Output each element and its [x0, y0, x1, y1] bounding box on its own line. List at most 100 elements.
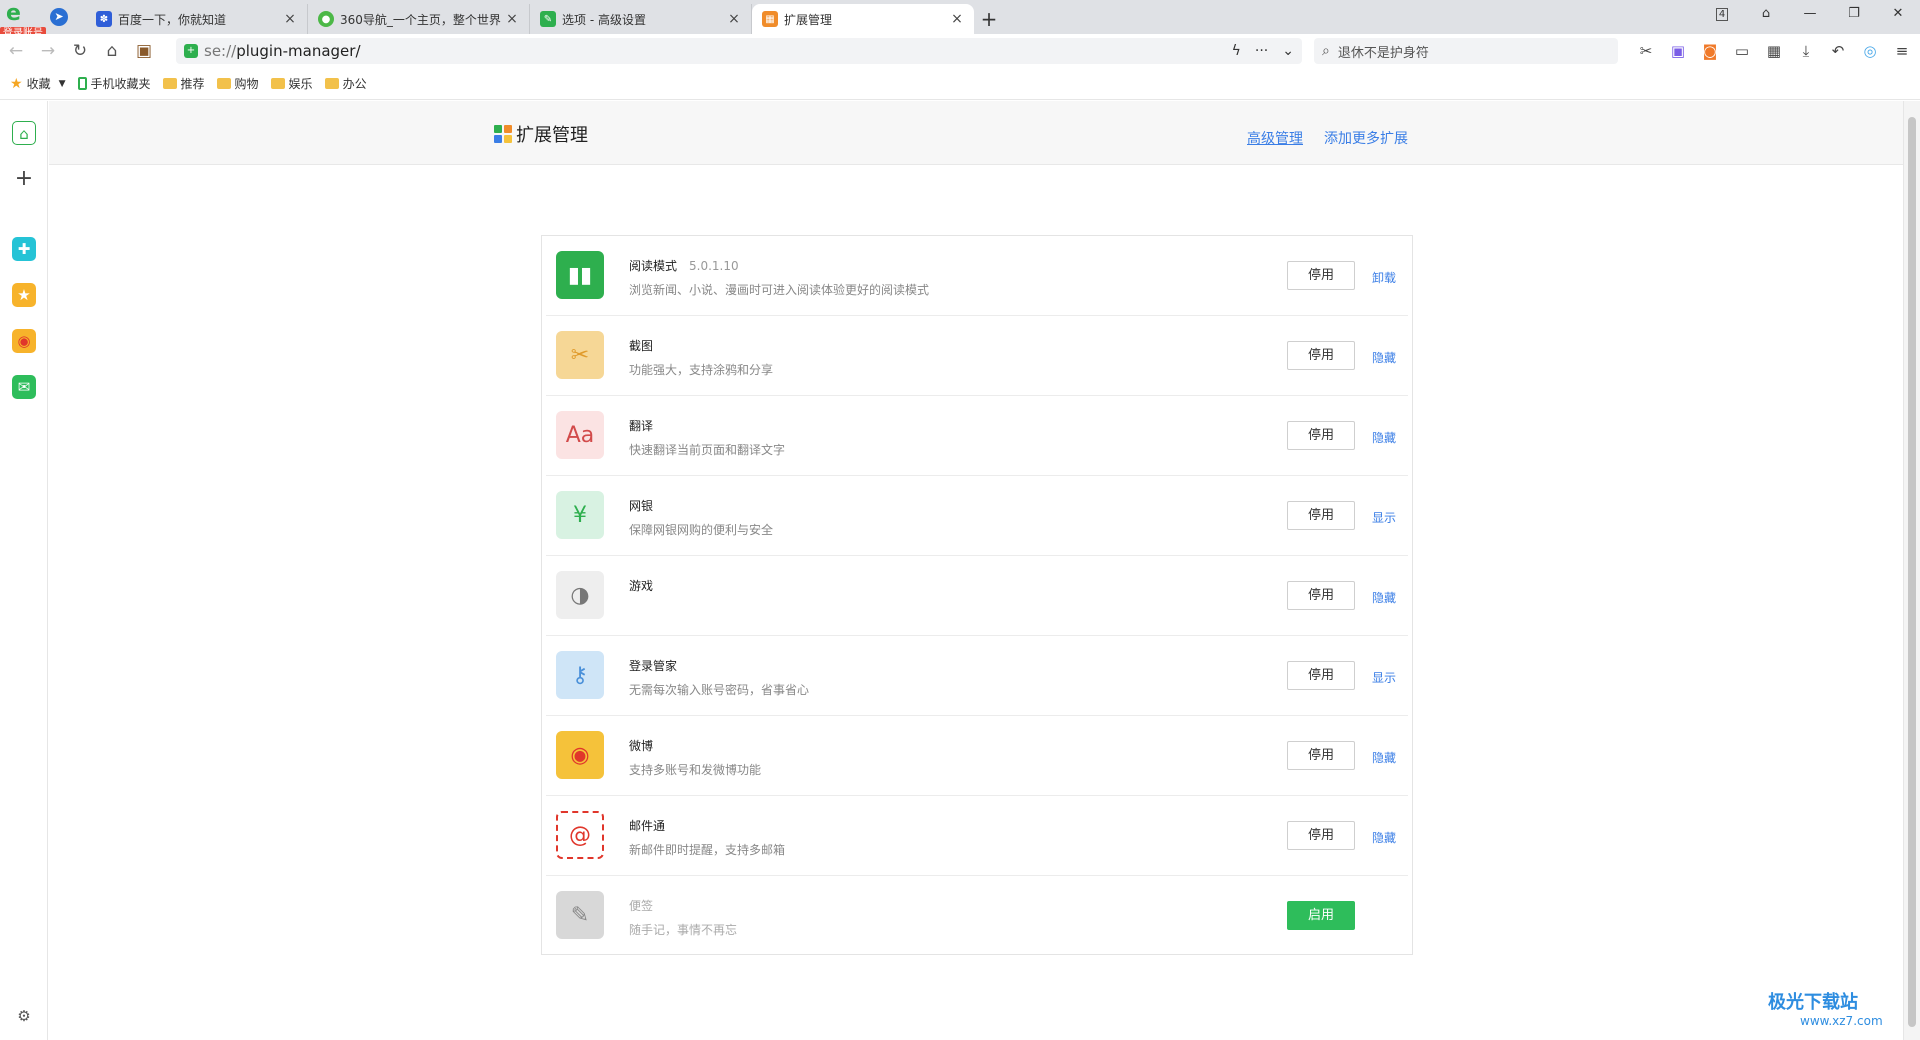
- restore-button[interactable]: ❐: [1832, 0, 1876, 28]
- menu-icon[interactable]: ≡: [1886, 42, 1918, 60]
- tab-close-icon[interactable]: ×: [283, 11, 297, 27]
- sidebar-add-icon[interactable]: +: [12, 167, 36, 191]
- phone-icon: [77, 77, 87, 90]
- extension-action-link[interactable]: 卸载: [1372, 269, 1396, 286]
- book-icon: ▮▮: [556, 251, 604, 299]
- sidebar-weibo-icon[interactable]: ◉: [12, 329, 36, 353]
- sidebar-mail-icon[interactable]: ✉: [12, 375, 36, 399]
- bookmark-label: 购物: [234, 77, 259, 91]
- disable-button[interactable]: 停用: [1287, 501, 1355, 530]
- cloud-icon[interactable]: ◎: [1854, 42, 1886, 60]
- home-icon[interactable]: ⌂: [96, 41, 128, 61]
- address-bar[interactable]: + se:// plugin-manager/ ϟ ··· ⌄: [176, 38, 1302, 64]
- folder-icon: [270, 78, 285, 89]
- tab-360[interactable]: ● 360导航_一个主页，整个世界 ×: [308, 4, 530, 34]
- watermark-title: 极光下载站: [1768, 992, 1858, 1013]
- extension-action-link[interactable]: 显示: [1372, 509, 1396, 526]
- disable-button[interactable]: 停用: [1287, 421, 1355, 450]
- 360-logo-icon: ●: [318, 11, 334, 27]
- forward-arrow-icon[interactable]: →: [32, 41, 64, 61]
- extension-action-link[interactable]: 隐藏: [1372, 749, 1396, 766]
- lightning-icon[interactable]: ϟ: [1232, 43, 1241, 59]
- tab-baidu[interactable]: ✽ 百度一下，你就知道 ×: [86, 4, 308, 34]
- disable-button[interactable]: 停用: [1287, 661, 1355, 690]
- extension-name: 翻译: [629, 419, 654, 433]
- bookmark-favorites[interactable]: ★ 收藏 ▼: [10, 75, 66, 92]
- search-box[interactable]: ⌕ 退休不是护身符: [1314, 38, 1618, 64]
- disable-button[interactable]: 停用: [1287, 821, 1355, 850]
- sidebar-favorites-icon[interactable]: ★: [12, 283, 36, 307]
- translate-tool-icon[interactable]: ▣: [1662, 42, 1694, 60]
- disable-button[interactable]: 停用: [1287, 341, 1355, 370]
- search-icon: ⌕: [1322, 43, 1330, 59]
- sidebar-home-icon[interactable]: ⌂: [12, 121, 36, 145]
- extension-name: 邮件通: [629, 819, 666, 833]
- enable-button[interactable]: 启用: [1287, 901, 1355, 930]
- disable-button[interactable]: 停用: [1287, 581, 1355, 610]
- tab-close-icon[interactable]: ×: [727, 11, 741, 27]
- tab-close-icon[interactable]: ×: [950, 11, 964, 27]
- tab-close-icon[interactable]: ×: [505, 11, 519, 27]
- minimize-button[interactable]: —: [1788, 0, 1832, 28]
- left-sidebar: ⌂ + ✚ ★ ◉ ✉ ⚙: [0, 101, 48, 1040]
- briefcase-icon[interactable]: ▣: [128, 41, 160, 61]
- extension-action-link[interactable]: 显示: [1372, 669, 1396, 686]
- extension-row: ◑ 游戏 停用 隐藏: [546, 556, 1408, 636]
- key-icon: ⚷: [556, 651, 604, 699]
- disable-button[interactable]: 停用: [1287, 741, 1355, 770]
- weibo-icon: ◉: [556, 731, 604, 779]
- tab-count-button[interactable]: 4: [1700, 0, 1744, 28]
- bookmark-mobile[interactable]: 手机收藏夹: [77, 75, 151, 92]
- translate-icon: Aa: [556, 411, 604, 459]
- bookmark-folder-entertainment[interactable]: 娱乐: [270, 75, 313, 92]
- bookmark-label: 收藏: [26, 77, 51, 91]
- extension-action-link[interactable]: 隐藏: [1372, 349, 1396, 366]
- scissors-icon[interactable]: ✂: [1630, 42, 1662, 60]
- chevron-down-icon[interactable]: ⌄: [1282, 43, 1294, 59]
- scrollbar-thumb[interactable]: [1908, 117, 1916, 1027]
- extension-description: 无需每次输入账号密码，省事省心: [629, 683, 810, 697]
- tab-options[interactable]: ✎ 选项 - 高级设置 ×: [530, 4, 752, 34]
- close-window-button[interactable]: ✕: [1876, 0, 1920, 28]
- toolbar-tools: ✂ ▣ ◙ ▭ ▦ ⤓ ↶ ◎ ≡: [1630, 42, 1918, 60]
- sidebar-settings-icon[interactable]: ⚙: [12, 1004, 36, 1028]
- browser-logo-area[interactable]: e 登录账号 ➤: [0, 0, 86, 40]
- navigation-toolbar: ← → ↻ ⌂ ▣ + se:// plugin-manager/ ϟ ··· …: [0, 34, 1920, 68]
- skin-shirt-icon[interactable]: ⌂: [1744, 0, 1788, 28]
- more-dots-icon[interactable]: ···: [1255, 43, 1268, 59]
- apps-grid-icon[interactable]: ▦: [1758, 42, 1790, 60]
- disable-button[interactable]: 停用: [1287, 261, 1355, 290]
- extension-action-link[interactable]: 隐藏: [1372, 589, 1396, 606]
- add-more-extensions-link[interactable]: 添加更多扩展: [1324, 128, 1408, 148]
- back-arrow-icon[interactable]: ←: [0, 41, 32, 61]
- chevron-down-icon: ▼: [58, 78, 66, 89]
- reload-icon[interactable]: ↻: [64, 41, 96, 61]
- extension-row: ▮▮ 阅读模式 5.0.1.10 浏览新闻、小说、漫画时可进入阅读体验更好的阅读模…: [546, 236, 1408, 316]
- extension-name-line: 阅读模式 5.0.1.10: [629, 257, 739, 274]
- extension-action-link[interactable]: 隐藏: [1372, 429, 1396, 446]
- extension-name-line: 微博: [629, 737, 665, 754]
- bookmark-folder-recommend[interactable]: 推荐: [162, 75, 205, 92]
- advanced-manage-link[interactable]: 高级管理: [1247, 128, 1303, 148]
- bookmark-folder-office[interactable]: 办公: [324, 75, 367, 92]
- extension-name: 微博: [629, 739, 654, 753]
- extension-action-link[interactable]: 隐藏: [1372, 829, 1396, 846]
- sidebar-medical-icon[interactable]: ✚: [12, 237, 36, 261]
- download-icon[interactable]: ⤓: [1790, 42, 1822, 60]
- bookmarks-bar: ★ 收藏 ▼ 手机收藏夹 推荐 购物 娱乐 办公: [0, 68, 1920, 100]
- page-scrollbar[interactable]: [1903, 101, 1920, 1040]
- tab-count: 4: [1715, 8, 1729, 21]
- tab-extensions[interactable]: ▦ 扩展管理 ×: [752, 4, 974, 34]
- tab-title: 选项 - 高级设置: [562, 12, 646, 27]
- undo-icon[interactable]: ↶: [1822, 42, 1854, 60]
- bookmark-folder-shopping[interactable]: 购物: [216, 75, 259, 92]
- game-tool-icon[interactable]: ◙: [1694, 42, 1726, 60]
- telegram-icon[interactable]: ➤: [50, 8, 68, 26]
- window-controls: 4 ⌂ — ❐ ✕: [1700, 0, 1920, 28]
- extension-description: 保障网银网购的便利与安全: [629, 523, 774, 537]
- extension-row: Aa 翻译 快速翻译当前页面和翻译文字 停用 隐藏: [546, 396, 1408, 476]
- new-tab-button[interactable]: +: [974, 4, 1004, 34]
- baidu-paw-icon: ✽: [96, 11, 112, 27]
- watermark-url: www.xz7.com: [1800, 1014, 1883, 1028]
- screen-tool-icon[interactable]: ▭: [1726, 42, 1758, 60]
